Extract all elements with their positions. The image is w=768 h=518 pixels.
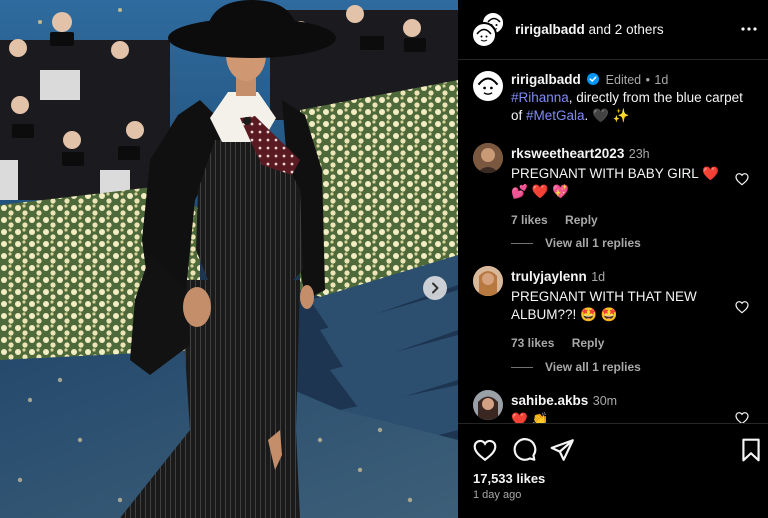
caption-time[interactable]: 1d	[654, 73, 668, 87]
more-options-button[interactable]	[739, 20, 759, 38]
comment-item: trulyjaylenn 1d PREGNANT WITH THAT NEW A…	[458, 266, 768, 366]
comment-item: sahibe.akbs 30m ❤️ 👏	[458, 390, 768, 423]
comment-likes[interactable]: 73 likes	[511, 336, 554, 350]
next-photo-button[interactable]	[423, 276, 447, 300]
hashtag-metgala[interactable]: #MetGala	[526, 108, 585, 123]
comment-time[interactable]: 23h	[629, 147, 650, 161]
post-image	[0, 0, 458, 518]
reply-button[interactable]: Reply	[572, 336, 605, 350]
bookmark-icon[interactable]	[738, 437, 764, 463]
post-side-panel: ririgalbadd and 2 others ririgalbadd Edi…	[458, 0, 768, 518]
comment-time[interactable]: 1d	[591, 270, 605, 284]
replies-divider	[511, 366, 533, 368]
verified-badge-icon	[587, 73, 600, 85]
caption-emoji: . 🖤 ✨	[584, 108, 630, 123]
caption-username[interactable]: ririgalbadd	[511, 72, 581, 87]
post-time-ago[interactable]: 1 day ago	[473, 489, 521, 501]
comment-time[interactable]: 30m	[593, 394, 617, 408]
comments-scroll[interactable]: ririgalbadd Edited • 1d #Rihanna, direct…	[458, 61, 768, 423]
likes-count[interactable]: 17,533 likes	[473, 471, 545, 486]
post-photo[interactable]	[0, 0, 458, 518]
heart-outline-icon[interactable]	[734, 171, 750, 187]
view-replies-button[interactable]: View all 1 replies	[511, 360, 751, 374]
edited-label: Edited	[605, 73, 642, 87]
caption: ririgalbadd Edited • 1d #Rihanna, direct…	[458, 69, 768, 131]
replies-divider	[511, 242, 533, 244]
comment-icon[interactable]	[511, 437, 537, 463]
header-others[interactable]: and 2 others	[589, 22, 664, 37]
ellipsis-icon	[741, 27, 757, 31]
reply-button[interactable]: Reply	[565, 213, 598, 227]
comment-username[interactable]: trulyjaylenn	[511, 269, 587, 284]
comment-item: rksweetheart2023 23h PREGNANT WITH BABY …	[458, 143, 768, 243]
view-replies-label: View all 1 replies	[545, 360, 641, 374]
avatar[interactable]	[473, 266, 503, 296]
separator-dot: •	[645, 73, 650, 87]
heart-outline-icon[interactable]	[734, 299, 750, 315]
avatar-photo-icon	[473, 143, 503, 173]
comment-username[interactable]: rksweetheart2023	[511, 146, 624, 161]
avatar-photo-icon	[473, 390, 503, 420]
avatar[interactable]	[473, 390, 503, 420]
comment-text: ❤️ 👏	[511, 412, 549, 423]
avatar-face-icon	[474, 72, 502, 100]
comment-text: PREGNANT WITH THAT NEW ALBUM??! 🤩 🤩	[511, 289, 697, 322]
avatar	[471, 22, 497, 48]
avatar-photo-icon	[473, 266, 503, 296]
avatar[interactable]	[473, 143, 503, 173]
chevron-right-icon	[432, 282, 439, 294]
avatar[interactable]	[473, 71, 503, 101]
comment-likes[interactable]: 7 likes	[511, 213, 548, 227]
heart-icon[interactable]	[472, 437, 498, 463]
header-title[interactable]: ririgalbadd and 2 others	[515, 22, 664, 37]
collab-avatars[interactable]	[471, 12, 507, 48]
header-username[interactable]: ririgalbadd	[515, 22, 585, 37]
avatar-face-icon	[474, 25, 494, 45]
paper-plane-icon[interactable]	[549, 437, 575, 463]
post-header: ririgalbadd and 2 others	[458, 0, 768, 60]
view-replies-label: View all 1 replies	[545, 236, 641, 250]
hashtag-rihanna[interactable]: #Rihanna	[511, 90, 569, 105]
caption-text: #Rihanna, directly from the blue carpet …	[511, 89, 756, 125]
comment-text: PREGNANT WITH BABY GIRL ❤️ 💕 ❤️ 💖	[511, 166, 719, 199]
heart-outline-icon[interactable]	[734, 410, 750, 423]
comment-username[interactable]: sahibe.akbs	[511, 393, 588, 408]
view-replies-button[interactable]: View all 1 replies	[511, 236, 751, 250]
